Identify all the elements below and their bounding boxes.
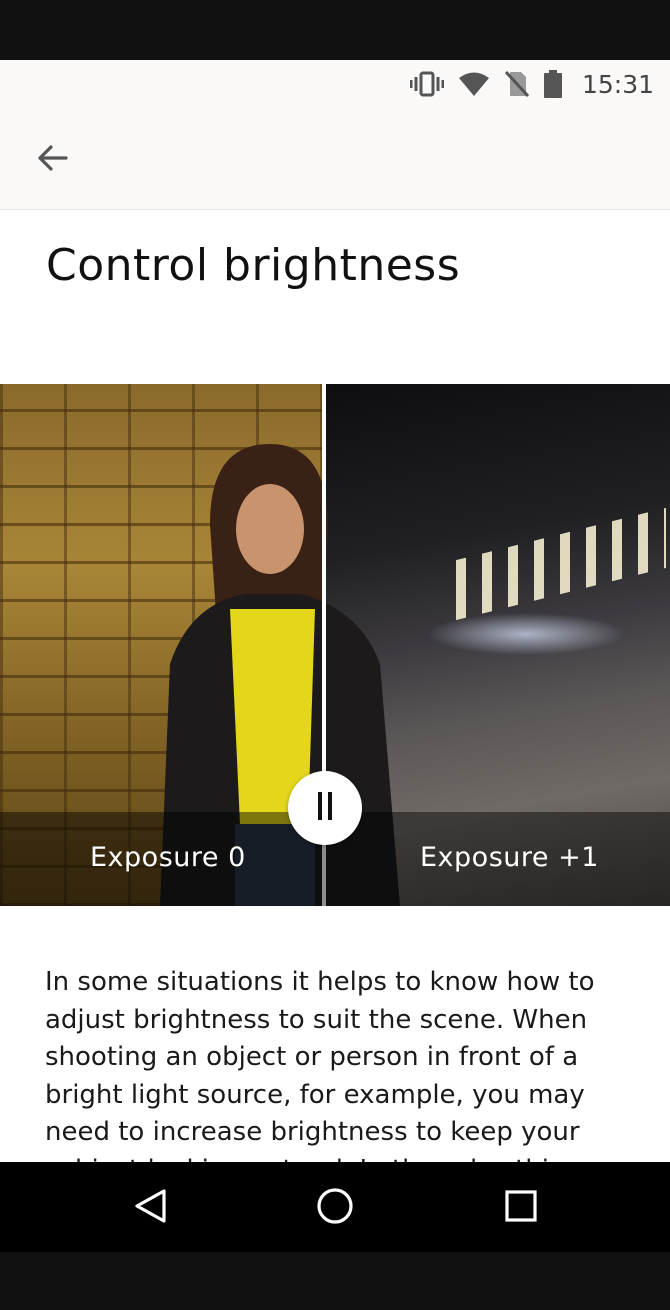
exposure-plus-1-label: Exposure +1 xyxy=(420,842,599,873)
page-title: Control brightness xyxy=(46,240,461,291)
wifi-icon xyxy=(458,71,490,97)
body-text: In some situations it helps to know how … xyxy=(45,967,595,1162)
nav-home-button[interactable] xyxy=(307,1180,363,1236)
pause-icon xyxy=(317,791,333,825)
navigation-bar xyxy=(0,1162,670,1252)
pause-button[interactable] xyxy=(288,771,362,845)
top-letterbox xyxy=(0,0,670,60)
battery-icon xyxy=(543,70,562,98)
content-area: Control brightness Exposure 0 Exposure +… xyxy=(0,210,670,1162)
back-button[interactable] xyxy=(24,132,80,188)
app-bar xyxy=(0,108,670,210)
recents-square-icon xyxy=(504,1189,538,1227)
back-triangle-icon xyxy=(133,1188,167,1228)
arrow-left-icon xyxy=(36,144,68,176)
bottom-letterbox xyxy=(0,1252,670,1310)
status-bar: 15:31 xyxy=(0,60,670,108)
clock: 15:31 xyxy=(581,69,654,99)
vibrate-icon xyxy=(409,71,444,97)
no-sim-icon xyxy=(504,70,530,98)
home-circle-icon xyxy=(316,1187,354,1229)
nav-recents-button[interactable] xyxy=(493,1180,549,1236)
exposure-0-label: Exposure 0 xyxy=(90,842,246,873)
exposure-comparison[interactable]: Exposure 0 Exposure +1 xyxy=(0,384,670,906)
nav-back-button[interactable] xyxy=(122,1180,178,1236)
